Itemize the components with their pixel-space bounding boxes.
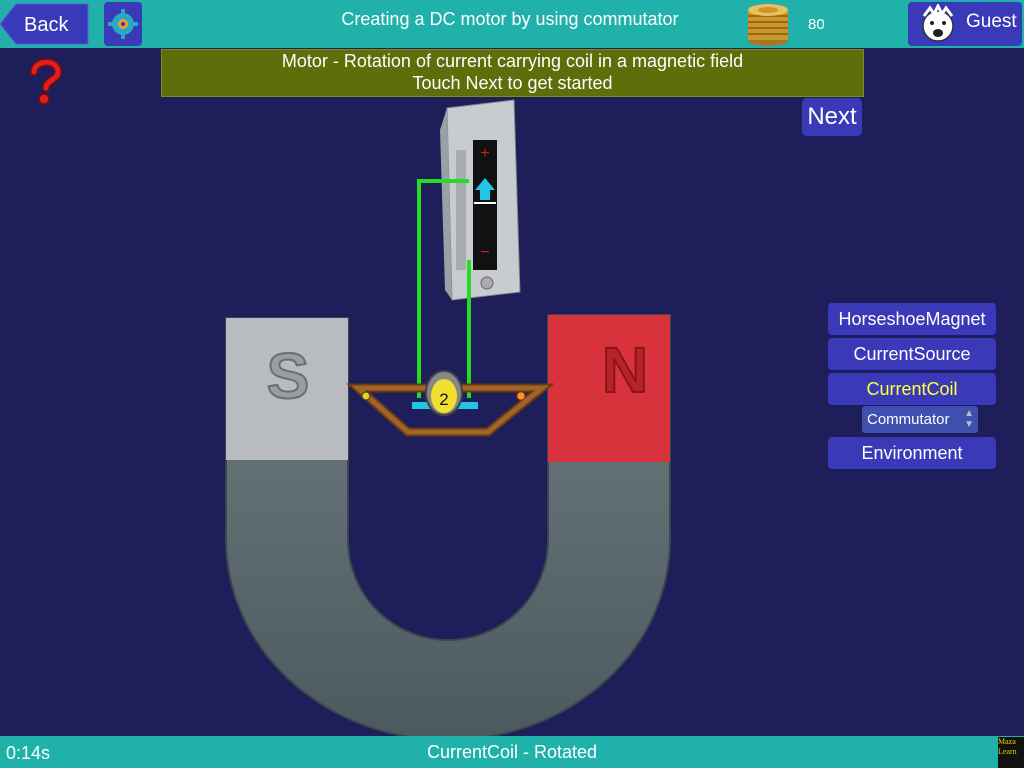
status-text: CurrentCoil - Rotated: [426, 742, 598, 762]
current-source-device[interactable]: + −: [440, 99, 521, 301]
source-plus-label: +: [480, 145, 489, 162]
magnet-s-label: S: [267, 340, 310, 412]
coil-type-dropdown[interactable]: Commutator ▲ ▼: [862, 406, 978, 433]
current-source-button[interactable]: CurrentSource: [828, 338, 996, 370]
logo-line-2: Learn: [998, 747, 1017, 756]
coil-type-value: Commutator: [867, 411, 950, 428]
brand-logo: Maza Learn: [998, 737, 1024, 768]
logo-line-1: Maza: [998, 737, 1016, 746]
current-coil-button[interactable]: CurrentCoil: [828, 373, 996, 405]
updown-arrows-icon: ▲ ▼: [964, 408, 974, 430]
elapsed-timer: 0:14s: [6, 743, 51, 763]
environment-button[interactable]: Environment: [828, 437, 996, 469]
source-minus-label: −: [480, 244, 489, 261]
bottom-status-bar: 0:14s CurrentCoil - Rotated: [0, 736, 1024, 768]
current-coil[interactable]: 2: [346, 370, 555, 437]
magnet-n-label: N: [602, 334, 648, 406]
horseshoe-magnet-button[interactable]: HorseshoeMagnet: [828, 303, 996, 335]
coil-number-label: 2: [439, 390, 448, 409]
